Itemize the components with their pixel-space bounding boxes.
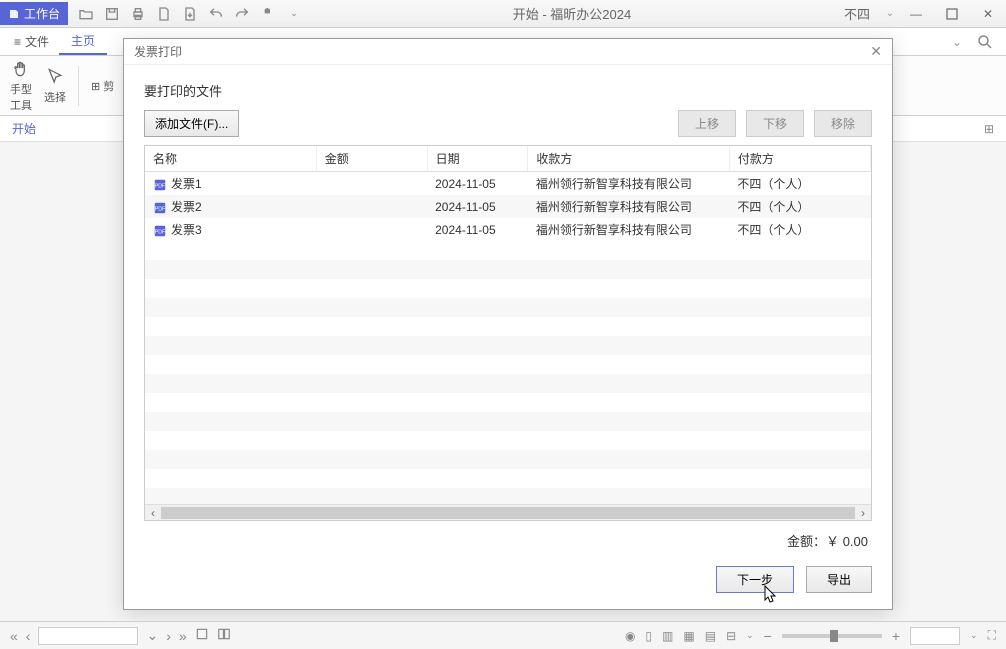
tab-home[interactable]: 主页 [59, 28, 107, 55]
page-icon[interactable] [156, 6, 172, 22]
layout-dropdown-icon[interactable]: ⌄ [746, 630, 754, 641]
svg-text:PDF: PDF [155, 229, 166, 235]
dialog-footer: 下一步 导出 [144, 550, 872, 593]
table-row[interactable]: PDF发票22024-11-05福州领行新智享科技有限公司不四（个人） [145, 195, 871, 218]
tab-start[interactable]: 开始 [12, 120, 36, 137]
col-payee[interactable]: 收款方 [528, 146, 730, 172]
col-name[interactable]: 名称 [145, 146, 316, 172]
page-view1-icon[interactable] [195, 627, 209, 644]
scroll-left-icon[interactable]: ‹ [145, 506, 161, 520]
invoice-print-dialog: 发票打印 ✕ 要打印的文件 添加文件(F)... 上移 下移 移除 名称 金额 … [123, 38, 893, 610]
minimize-button[interactable]: — [898, 0, 934, 28]
open-icon[interactable] [78, 6, 94, 22]
search-area: ⌄ [944, 33, 1002, 51]
export-button[interactable]: 导出 [806, 566, 872, 593]
dropdown-icon[interactable]: ⌄ [952, 35, 962, 49]
quick-access-toolbar: ⌄ [68, 6, 312, 22]
window-buttons: — ✕ [898, 0, 1006, 28]
zoom-level-input[interactable] [910, 627, 960, 645]
app-badge-label: 工作台 [24, 5, 60, 22]
horizontal-scrollbar[interactable]: ‹ › [145, 504, 871, 520]
select-tool-button[interactable]: 选择 [44, 67, 66, 105]
table-row[interactable]: PDF发票12024-11-05福州领行新智享科技有限公司不四（个人） [145, 172, 871, 196]
search-icon[interactable] [976, 33, 994, 51]
hand-dropdown-icon[interactable] [260, 6, 276, 22]
window-title: 开始 - 福昕办公2024 [312, 4, 832, 23]
user-label[interactable]: 不四 [832, 4, 882, 23]
reading-mode-icon[interactable]: ◉ [625, 629, 635, 643]
ribbon-overflow[interactable]: ⊞ 剪 [91, 78, 114, 94]
page-view2-icon[interactable] [217, 627, 231, 644]
move-down-button[interactable]: 下移 [746, 110, 804, 137]
scroll-right-icon[interactable]: › [855, 506, 871, 520]
file-table: 名称 金额 日期 收款方 付款方 PDF发票12024-11-05福州领行新智享… [144, 145, 872, 521]
col-amount[interactable]: 金额 [316, 146, 427, 172]
layout-3-icon[interactable]: ▦ [683, 629, 694, 643]
dialog-close-button[interactable]: ✕ [870, 43, 882, 60]
last-page-icon[interactable]: » [179, 628, 187, 644]
redo-icon[interactable] [234, 6, 250, 22]
first-page-icon[interactable]: « [10, 628, 18, 644]
layout-2-icon[interactable]: ▥ [662, 629, 673, 643]
print-icon[interactable] [130, 6, 146, 22]
app-badge[interactable]: 工作台 [0, 2, 68, 25]
table-header-row: 名称 金额 日期 收款方 付款方 [145, 146, 871, 172]
chevron-down-icon[interactable]: ⌄ [286, 6, 302, 22]
svg-text:PDF: PDF [155, 206, 166, 212]
table-row[interactable]: PDF发票32024-11-05福州领行新智享科技有限公司不四（个人） [145, 218, 871, 241]
titlebar: 工作台 ⌄ 开始 - 福昕办公2024 不四 ⌄ — ✕ [0, 0, 1006, 28]
layout-1-icon[interactable]: ▯ [645, 629, 652, 643]
user-chevron-icon[interactable]: ⌄ [882, 6, 898, 22]
dialog-titlebar: 发票打印 ✕ [124, 39, 892, 65]
move-up-button[interactable]: 上移 [678, 110, 736, 137]
panel-expand-icon[interactable]: ⊞ [984, 122, 994, 136]
maximize-button[interactable] [934, 0, 970, 28]
file-menu[interactable]: ≡ 文件 [4, 29, 59, 54]
save-icon[interactable] [104, 6, 120, 22]
remove-button[interactable]: 移除 [814, 110, 872, 137]
dialog-title: 发票打印 [134, 43, 182, 60]
fit-width-icon[interactable]: ⊟ [726, 629, 736, 643]
zoom-out-icon[interactable]: − [764, 628, 772, 644]
page-dropdown-icon[interactable]: ⌄ [146, 627, 158, 644]
zoom-slider[interactable] [782, 634, 882, 638]
hamburger-icon: ≡ [14, 35, 21, 49]
export-icon[interactable] [182, 6, 198, 22]
file-actions-row: 添加文件(F)... 上移 下移 移除 [144, 110, 872, 137]
page-input[interactable] [38, 627, 138, 645]
ribbon-separator [78, 66, 79, 106]
clipboard-icon: ⊞ 剪 [91, 78, 114, 94]
svg-text:PDF: PDF [155, 183, 166, 189]
undo-icon[interactable] [208, 6, 224, 22]
app-logo-icon [8, 8, 20, 20]
pdf-icon: PDF [153, 224, 167, 238]
pdf-icon: PDF [153, 178, 167, 192]
col-payer[interactable]: 付款方 [729, 146, 870, 172]
close-button[interactable]: ✕ [970, 0, 1006, 28]
pdf-icon: PDF [153, 201, 167, 215]
col-date[interactable]: 日期 [427, 146, 528, 172]
next-button[interactable]: 下一步 [716, 566, 794, 593]
zoom-dropdown-icon[interactable]: ⌄ [970, 630, 978, 641]
next-page-icon[interactable]: › [166, 628, 171, 644]
add-file-button[interactable]: 添加文件(F)... [144, 110, 239, 137]
total-amount: 金额：￥ 0.00 [144, 521, 872, 550]
hand-tool-button[interactable]: 手型 工具 [10, 59, 32, 113]
scroll-track[interactable] [161, 507, 855, 519]
zoom-in-icon[interactable]: + [892, 628, 900, 644]
layout-4-icon[interactable]: ▤ [705, 629, 716, 643]
statusbar: « ‹ ⌄ › » ◉ ▯ ▥ ▦ ▤ ⊟ ⌄ − + ⌄ ⛶ [0, 621, 1006, 649]
section-label: 要打印的文件 [144, 81, 872, 100]
prev-page-icon[interactable]: ‹ [26, 628, 31, 644]
fullscreen-icon[interactable]: ⛶ [988, 628, 996, 643]
